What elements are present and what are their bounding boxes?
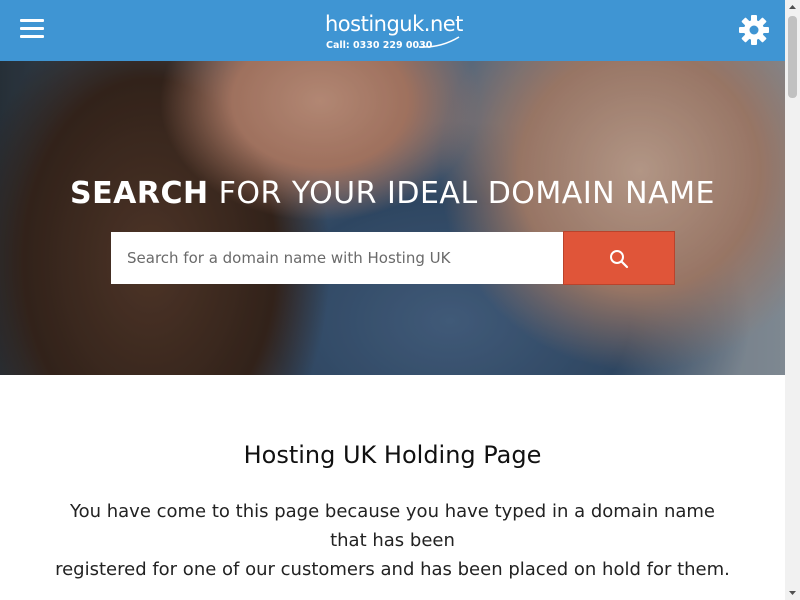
description-line-2: registered for one of our customers and … bbox=[55, 559, 730, 580]
page-title: Hosting UK Holding Page bbox=[243, 441, 542, 470]
logo-text: hostinguk.net bbox=[325, 12, 463, 36]
search-button[interactable] bbox=[563, 231, 675, 285]
logo-swoosh-icon bbox=[418, 36, 460, 48]
description-line-1: You have come to this page because you h… bbox=[69, 501, 716, 551]
domain-search-input[interactable] bbox=[111, 232, 563, 284]
hero-title-rest: FOR YOUR IDEAL DOMAIN NAME bbox=[208, 176, 715, 211]
vertical-scrollbar[interactable] bbox=[785, 0, 800, 600]
site-logo[interactable]: hostinguk.net Call: 0330 229 0030 bbox=[325, 12, 465, 54]
hamburger-menu-icon[interactable] bbox=[20, 19, 44, 39]
site-header: hostinguk.net Call: 0330 229 0030 bbox=[0, 0, 785, 61]
scroll-up-arrow-icon[interactable] bbox=[785, 0, 800, 15]
hero-overlay bbox=[0, 61, 785, 375]
search-icon bbox=[610, 250, 629, 269]
hero-title: SEARCH FOR YOUR IDEAL DOMAIN NAME bbox=[0, 176, 785, 211]
scroll-down-arrow-icon[interactable] bbox=[785, 585, 800, 600]
gear-icon[interactable] bbox=[738, 14, 770, 46]
hero-title-bold: SEARCH bbox=[70, 176, 209, 211]
scrollbar-thumb[interactable] bbox=[788, 16, 797, 98]
holding-page-description: You have come to this page because you h… bbox=[50, 497, 735, 584]
hero-banner: SEARCH FOR YOUR IDEAL DOMAIN NAME bbox=[0, 61, 785, 375]
